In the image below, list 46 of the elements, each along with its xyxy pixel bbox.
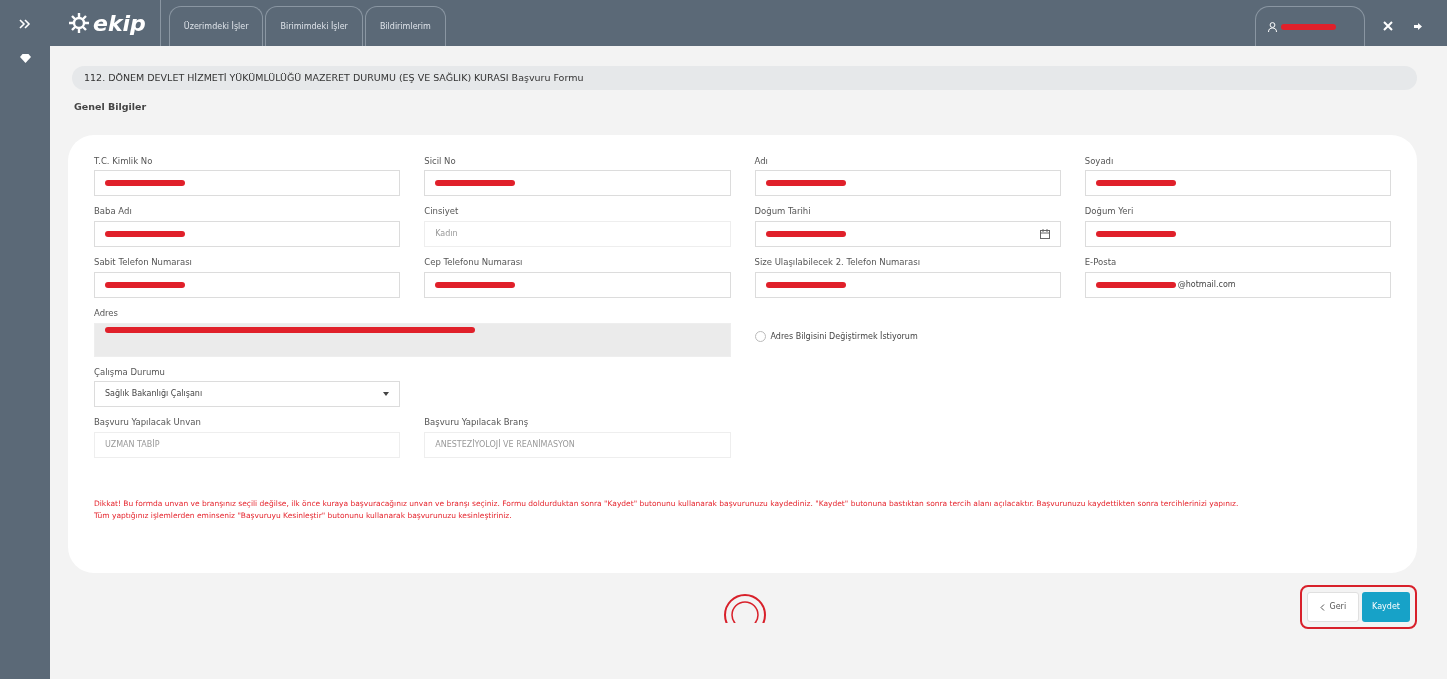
input-field[interactable]	[424, 170, 731, 197]
field-label: Adres	[94, 306, 120, 320]
field-label: Sabit Telefon Numarası	[94, 256, 193, 269]
field-value: UZMAN TABİP	[105, 439, 160, 451]
checkbox[interactable]	[754, 331, 766, 343]
date-field[interactable]	[754, 221, 1061, 247]
input-field[interactable]	[94, 271, 401, 298]
field-label: Çalışma Durumu	[94, 365, 166, 379]
chevron-icon	[1320, 603, 1326, 611]
input-field[interactable]	[754, 170, 1061, 197]
field-label: Doğum Tarihi	[754, 205, 812, 218]
back-button[interactable]: Geri	[1307, 592, 1360, 623]
logo-text: ekip	[93, 9, 146, 38]
input-field[interactable]: @hotmail.com	[1084, 271, 1391, 298]
field-label: Sicil No	[424, 154, 457, 168]
page-title: 112. DÖNEM DEVLET HİZMETİ YÜKÜMLÜLÜĞÜ MAZERET DURUMU (EŞ VE SAĞLIK) KURASI Başvuru Formu	[72, 66, 1417, 91]
gem-icon[interactable]	[19, 54, 31, 63]
field-label: Başvuru Yapılacak Unvan	[94, 416, 202, 429]
input-field[interactable]	[424, 271, 731, 298]
calendar-icon[interactable]	[1039, 228, 1050, 239]
input-field[interactable]	[1084, 221, 1391, 247]
field-label: E-Posta	[1084, 256, 1118, 269]
input-field[interactable]	[1084, 170, 1391, 197]
field-label: Adı	[754, 154, 769, 168]
field-label: Soyadı	[1084, 154, 1115, 168]
input-field[interactable]	[94, 170, 401, 197]
select-field[interactable]: Sağlık Bakanlığı Çalışanı	[94, 381, 401, 408]
emblem-icon	[722, 593, 767, 624]
field-label: Cep Telefonu Numarası	[424, 256, 524, 269]
field-label: Cinsiyet	[424, 205, 460, 218]
save-button[interactable]: Kaydet	[1362, 592, 1410, 623]
field-value: Kadın	[435, 228, 458, 240]
section-title: Genel Bilgiler	[74, 100, 148, 115]
field-label: Baba Adı	[94, 205, 133, 218]
user-icon	[1268, 21, 1277, 32]
field-label: Başvuru Yapılacak Branş	[424, 416, 530, 429]
field-value: Sağlık Bakanlığı Çalışanı	[105, 388, 203, 401]
field-label: Doğum Yeri	[1084, 205, 1135, 218]
field-label: T.C. Kimlik No	[94, 154, 154, 168]
input-field[interactable]	[94, 221, 401, 247]
checkbox-label: Adres Bilgisini Değiştirmek İstiyorum	[770, 330, 918, 343]
field-value: @hotmail.com	[1177, 278, 1236, 291]
caret-icon	[383, 391, 390, 396]
field-label: Size Ulaşılabilecek 2. Telefon Numarası	[754, 256, 922, 269]
logo-icon	[68, 12, 90, 34]
input-field[interactable]	[754, 271, 1061, 298]
